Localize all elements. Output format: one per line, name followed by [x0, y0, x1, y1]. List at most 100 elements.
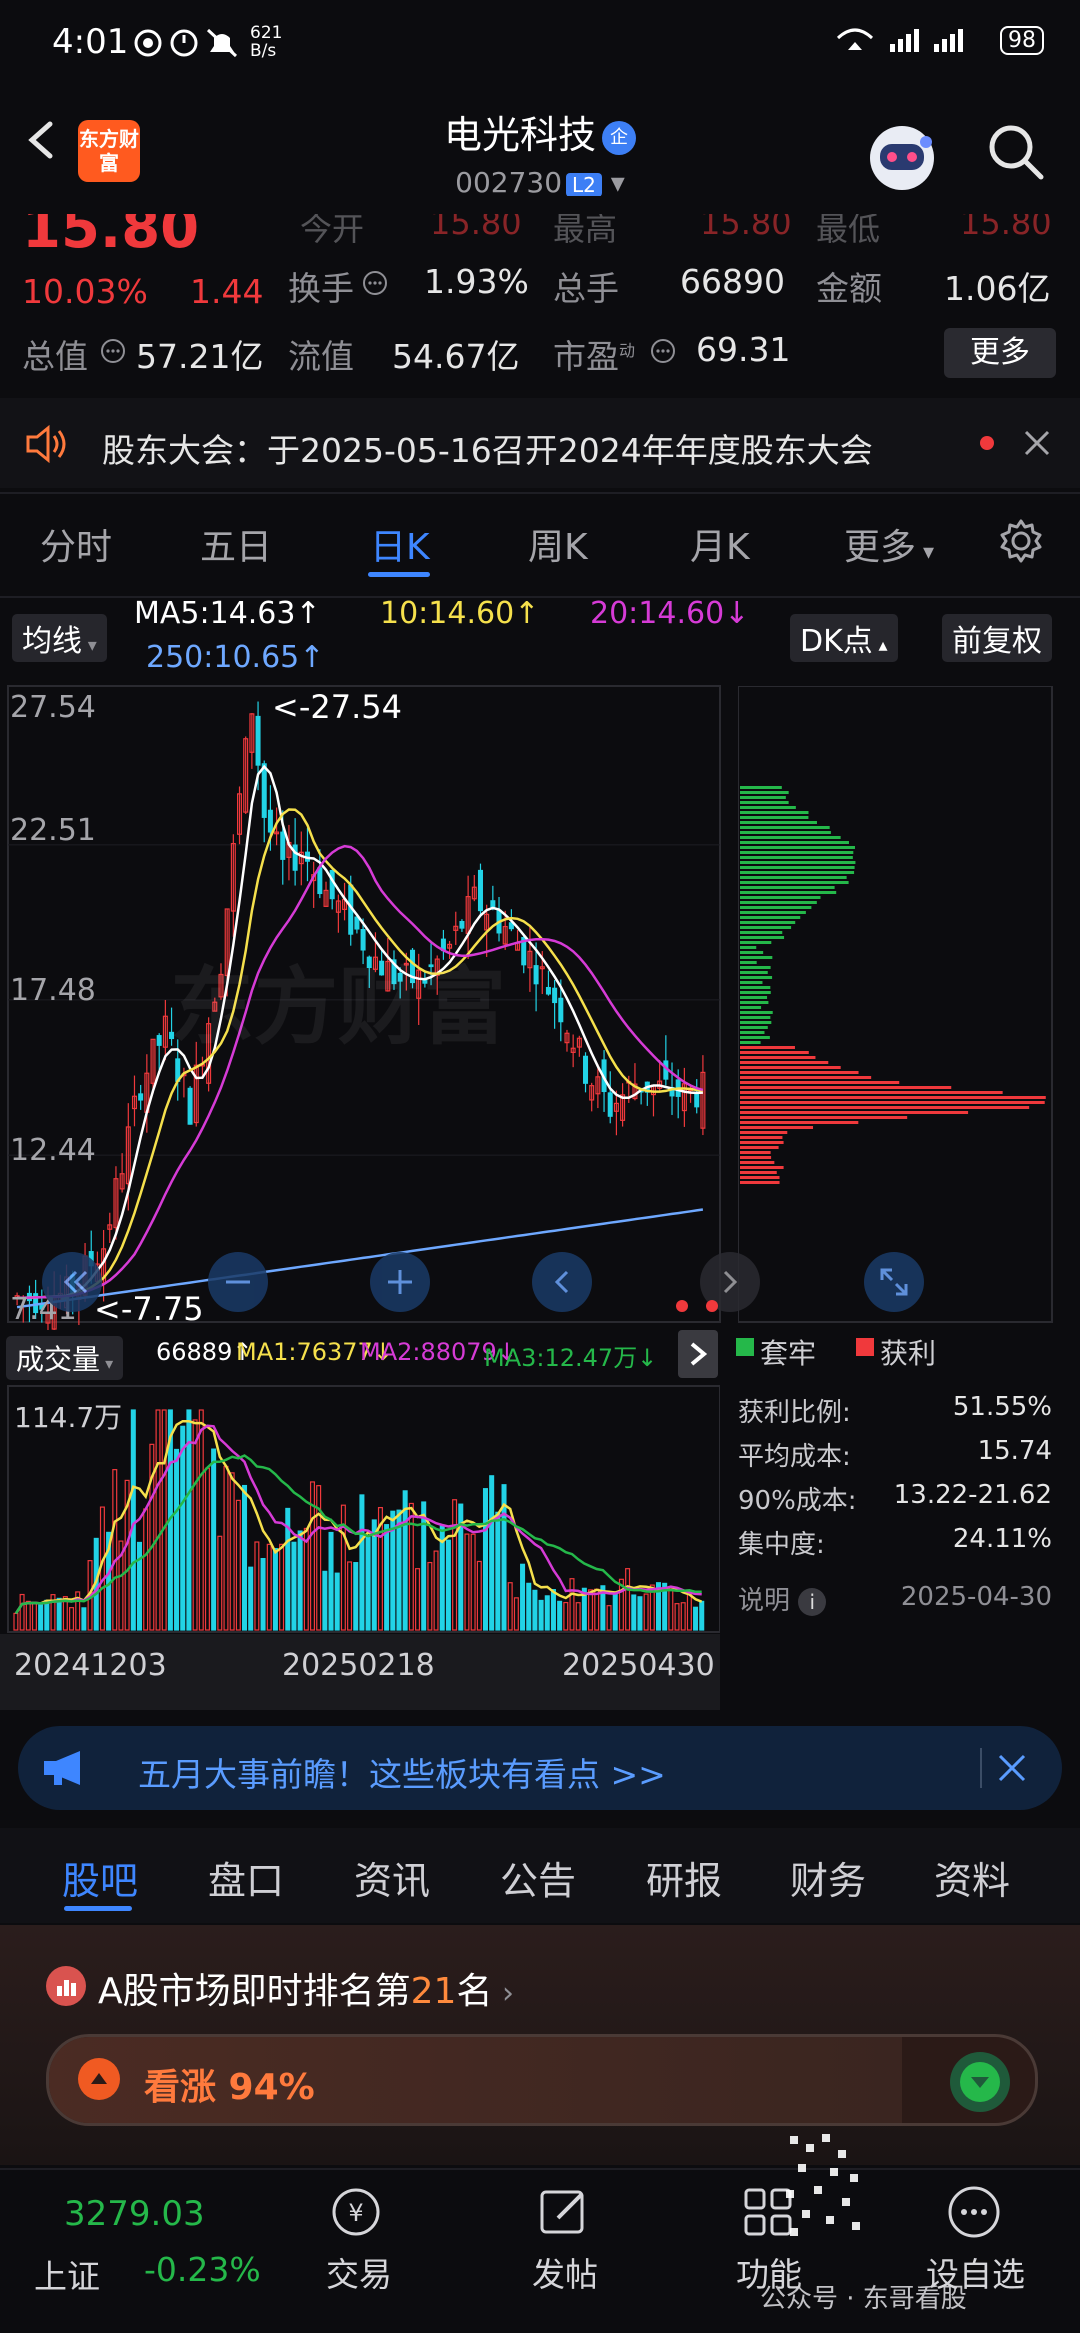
stock-name: 电光科技	[443, 113, 596, 157]
volume-bar	[334, 1572, 340, 1631]
zoom-in-icon[interactable]	[370, 1252, 430, 1312]
level2-badge: L2	[566, 173, 602, 197]
volume-bar	[693, 1606, 699, 1631]
volume-select[interactable]: 成交量 ▾	[6, 1336, 124, 1380]
candle-body	[583, 1055, 589, 1084]
tab-forum[interactable]: 股吧	[62, 1850, 138, 1905]
tab-weekly-k[interactable]: 周K	[528, 518, 588, 570]
volume-bar	[668, 1588, 674, 1631]
tab-order-book[interactable]: 盘口	[208, 1850, 284, 1905]
volume-bar	[297, 1530, 303, 1631]
tab-intraday[interactable]: 分时	[40, 518, 112, 570]
expand-arrow-icon[interactable]	[678, 1330, 718, 1378]
info-icon[interactable]	[100, 338, 126, 368]
chip-bar	[740, 1171, 777, 1174]
tab-news[interactable]: 资讯	[354, 1850, 430, 1905]
chip-bar	[740, 1041, 761, 1044]
float-value: 54.67亿	[392, 337, 520, 376]
volume-bar	[266, 1543, 272, 1631]
chip-bar	[740, 881, 849, 884]
tab-monthly-k[interactable]: 月K	[690, 518, 750, 570]
candle-body	[280, 831, 286, 860]
info-icon[interactable]	[362, 270, 388, 300]
tab-announcements[interactable]: 公告	[500, 1850, 576, 1905]
chip-bar	[740, 946, 757, 949]
bearish-down-icon[interactable]	[950, 2052, 1010, 2112]
volume-bar	[81, 1607, 87, 1631]
chip-bar	[740, 1051, 809, 1054]
scroll-left-fast-icon[interactable]	[42, 1252, 102, 1312]
volume-bar	[550, 1589, 556, 1631]
volume-bar	[686, 1592, 692, 1631]
volume-bar	[161, 1409, 167, 1631]
chip-bar	[740, 866, 855, 869]
tab-more[interactable]: 更多 ▾	[844, 518, 934, 570]
ma250-value: 250:10.65↑	[146, 640, 325, 675]
indicator-select[interactable]: 均线 ▾	[12, 614, 107, 662]
mktcap-label: 总值	[22, 337, 88, 376]
notice-text: 股东大会：于2025-05-16召开2024年年度股东大会	[102, 431, 873, 470]
more-dots-icon[interactable]	[946, 2184, 1002, 2244]
candle-body	[545, 986, 551, 995]
dk-point-button[interactable]: DK点 ▴	[790, 614, 898, 662]
zoom-out-icon[interactable]	[208, 1252, 268, 1312]
index-value[interactable]: 3279.03	[64, 2194, 205, 2234]
scroll-left-icon[interactable]	[532, 1252, 592, 1312]
volume-bar	[612, 1591, 618, 1631]
volume-bar	[136, 1541, 143, 1631]
ranking-text[interactable]: A股市场即时排名第21名 ›	[98, 1962, 514, 2014]
volume-bar	[594, 1588, 600, 1631]
tab-daily-k[interactable]: 日K	[370, 518, 430, 570]
volume-bar	[563, 1601, 569, 1631]
more-button[interactable]: 更多	[944, 328, 1056, 378]
volume-bar	[359, 1494, 365, 1631]
volume-bar	[532, 1589, 538, 1631]
chip-bar	[740, 1091, 1003, 1094]
megaphone-icon	[40, 1748, 92, 1792]
nav-post[interactable]: 发帖	[532, 2248, 598, 2296]
edit-icon[interactable]	[536, 2184, 592, 2244]
chip-bar	[740, 896, 821, 899]
search-icon[interactable]	[984, 120, 1048, 184]
status-time: 4:01	[52, 22, 129, 62]
candle-body	[552, 987, 558, 1004]
nav-trade[interactable]: 交易	[326, 2248, 392, 2296]
tab-research[interactable]: 研报	[646, 1850, 722, 1905]
bullish-up-icon[interactable]	[78, 2058, 120, 2100]
banner-text: 五月大事前瞻！这些板块有看点 >>	[138, 1755, 666, 1794]
profit-legend: 获利	[880, 1337, 937, 1370]
qr-code	[780, 2130, 870, 2240]
chip-bar	[740, 911, 806, 914]
adjust-button[interactable]: 前复权	[942, 614, 1052, 662]
pe-label: 市盈动	[553, 337, 636, 376]
volume-bar	[489, 1475, 495, 1631]
note-label[interactable]: 说明 i	[738, 1580, 827, 1617]
info-icon[interactable]	[650, 338, 676, 368]
status-right: 98	[834, 24, 1044, 56]
volume-bar	[56, 1597, 62, 1631]
tab-five-day[interactable]: 五日	[200, 518, 272, 570]
close-icon[interactable]	[1022, 428, 1052, 462]
chip-bar	[740, 816, 809, 819]
chip-bar	[740, 1146, 779, 1149]
header-mask	[0, 196, 1080, 214]
volume-bar	[445, 1539, 451, 1631]
tab-financials[interactable]: 财务	[790, 1850, 866, 1905]
chip-bar	[740, 926, 792, 929]
chip-distribution-chart[interactable]	[738, 686, 1054, 1324]
ma5-value: MA5:14.63↑	[134, 596, 321, 631]
trade-icon[interactable]: ¥	[326, 2184, 386, 2244]
close-icon[interactable]	[996, 1752, 1028, 1788]
speaker-icon	[24, 424, 70, 468]
robot-assistant-icon[interactable]	[862, 118, 942, 198]
chip-bar	[740, 1071, 859, 1074]
volume-bar	[229, 1472, 235, 1631]
chip-label: 90%成本:	[738, 1486, 857, 1516]
tab-profile[interactable]: 资料	[934, 1850, 1010, 1905]
index-name[interactable]: 上证	[34, 2250, 100, 2298]
gear-icon[interactable]	[998, 518, 1044, 568]
profit-legend-swatch	[856, 1338, 874, 1356]
chip-value: 51.55%	[952, 1392, 1052, 1422]
candle-body	[255, 715, 261, 766]
chip-bar	[740, 1166, 784, 1169]
